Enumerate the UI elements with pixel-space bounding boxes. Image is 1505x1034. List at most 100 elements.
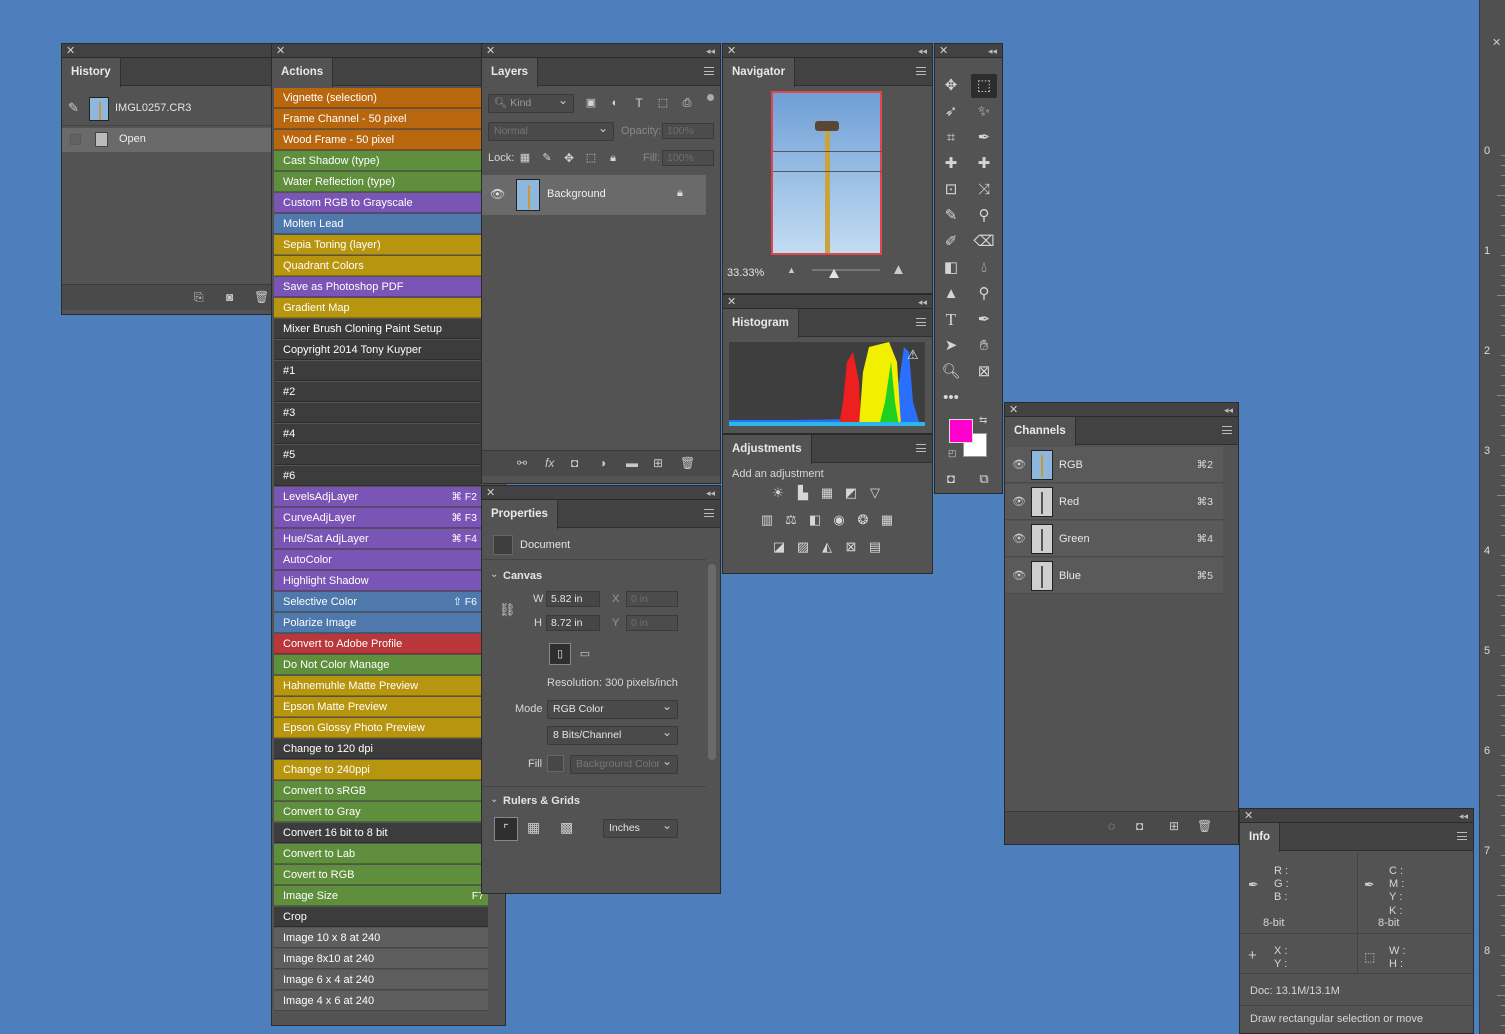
tab-layers[interactable]: Layers	[482, 58, 539, 87]
kind-filter-dropdown[interactable]: 🔍︎ Kind	[488, 92, 574, 113]
brush-tool-icon[interactable]: ✎	[938, 204, 964, 228]
sharpen-tool-icon[interactable]: ▲	[938, 282, 964, 306]
photo-filter-icon[interactable]: ◉	[830, 512, 848, 528]
tab-histogram[interactable]: Histogram	[723, 309, 799, 338]
mode-dropdown[interactable]: RGB Color	[547, 698, 678, 719]
eyedropper-icon[interactable]: ✒	[971, 126, 997, 150]
quick-mask-icon[interactable]: ◘	[938, 467, 964, 491]
grid-icon[interactable]: ▦	[527, 819, 540, 836]
panel-menu-icon[interactable]	[704, 509, 714, 517]
lock-all-icon[interactable]: 🔒︎	[604, 150, 622, 166]
color-balance-icon[interactable]: ⚖	[782, 512, 800, 528]
panel-menu-icon[interactable]	[1222, 426, 1232, 434]
save-selection-icon[interactable]: ◘	[1136, 819, 1143, 833]
action-item[interactable]: Hue/Sat AdjLayer ⌘ F4	[274, 529, 481, 549]
action-item[interactable]: CurveAdjLayer ⌘ F3	[274, 508, 481, 528]
eye-icon[interactable]: 👁︎	[490, 187, 505, 201]
rulers-chevron-icon[interactable]: ⌄	[490, 794, 498, 805]
tab-actions[interactable]: Actions	[272, 58, 334, 87]
adjustment-layer-icon[interactable]: ◑	[599, 456, 606, 470]
adjustment-filter-icon[interactable]: ◐	[606, 95, 624, 111]
frame-tool-icon[interactable]: ⊡	[938, 178, 964, 202]
crop-tool-icon[interactable]: ⌗	[938, 126, 964, 150]
action-item[interactable]: Sepia Toning (layer)	[274, 235, 481, 255]
action-item[interactable]: Convert to sRGB	[274, 781, 481, 801]
history-topbar[interactable]: ✕	[62, 44, 271, 58]
tab-navigator[interactable]: Navigator	[723, 58, 796, 87]
new-document-icon[interactable]: ⎘	[194, 290, 204, 305]
threshold-icon[interactable]: ◭	[818, 539, 836, 555]
close-icon[interactable]: ✕	[486, 486, 495, 500]
blend-mode-dropdown[interactable]: Normal	[488, 120, 614, 141]
link-icon[interactable]: ⛓	[499, 602, 516, 618]
new-layer-icon[interactable]: ⊞	[653, 456, 663, 470]
trash-icon[interactable]: 🗑	[680, 456, 695, 470]
panel-menu-icon[interactable]	[916, 318, 926, 326]
action-item[interactable]: Polarize Image	[274, 613, 481, 633]
shape-filter-icon[interactable]: ⬚	[654, 95, 672, 111]
more-tools-icon[interactable]: •••	[938, 386, 964, 410]
spot-healing-icon[interactable]: ✚	[938, 152, 964, 176]
shuffle-tool-icon[interactable]: ⤨	[971, 178, 997, 202]
tab-info[interactable]: Info	[1240, 823, 1281, 852]
action-item[interactable]: Do Not Color Manage	[274, 655, 481, 675]
zoom-out-icon[interactable]: ▲	[787, 265, 796, 275]
action-item[interactable]: Hahnemuhle Matte Preview	[274, 676, 481, 696]
y-field[interactable]: 0 in	[626, 615, 678, 631]
collapse-icon[interactable]: ◂◂	[706, 44, 715, 58]
channel-row-blue[interactable]: 👁︎ Blue ⌘5	[1005, 558, 1223, 594]
posterize-icon[interactable]: ▨	[794, 539, 812, 555]
zoom-tool-icon[interactable]: 🔍︎	[938, 360, 964, 384]
action-item[interactable]: Selective Color ⇧ F6	[274, 592, 481, 612]
lasso-tool-icon[interactable]: ➶	[938, 100, 964, 124]
eye-icon[interactable]: 👁︎	[1012, 569, 1026, 582]
close-icon[interactable]: ✕	[727, 295, 736, 309]
hue-saturation-icon[interactable]: ▥	[758, 512, 776, 528]
canvas-chevron-icon[interactable]: ⌄	[490, 569, 498, 580]
action-item[interactable]: Image Size F7	[274, 886, 488, 906]
history-snapshot-row[interactable]: ✎ IMGL0257.CR3	[62, 92, 271, 126]
action-item[interactable]: Molten Lead	[274, 214, 481, 234]
type-tool-icon[interactable]: T	[938, 308, 964, 332]
invert-icon[interactable]: ◪	[770, 539, 788, 555]
action-item[interactable]: Epson Glossy Photo Preview	[274, 718, 481, 738]
collapse-icon[interactable]: ◂◂	[918, 44, 927, 58]
fx-icon[interactable]: fx	[545, 456, 554, 470]
zoom-slider-track[interactable]	[812, 269, 880, 271]
hand-tool-icon[interactable]: ✋︎	[971, 334, 997, 358]
curves-icon[interactable]: ▦	[818, 485, 836, 501]
histogram-topbar[interactable]: ✕ ◂◂	[723, 295, 932, 309]
info-topbar[interactable]: ✕ ◂◂	[1240, 809, 1473, 823]
width-field[interactable]: 5.82 in	[546, 591, 600, 607]
eye-icon[interactable]: 👁︎	[1012, 495, 1026, 508]
collapse-icon[interactable]: ◂◂	[988, 44, 997, 58]
zoom-percent[interactable]: 33.33%	[727, 267, 764, 279]
portrait-orientation-button[interactable]: ▯	[549, 643, 571, 665]
close-icon[interactable]: ✕	[276, 44, 285, 58]
action-item[interactable]: Crop	[274, 907, 488, 927]
image-filter-icon[interactable]: ▣	[582, 95, 600, 111]
artboard-icon[interactable]: ⊠	[971, 360, 997, 384]
action-item[interactable]: Change to 240ppi	[274, 760, 481, 780]
action-item[interactable]: Frame Channel - 50 pixel	[274, 109, 481, 129]
exposure-icon[interactable]: ◩	[842, 485, 860, 501]
navigator-topbar[interactable]: ✕ ◂◂	[723, 44, 932, 58]
brightness-icon[interactable]: ☀	[769, 485, 787, 501]
action-item[interactable]: Convert 16 bit to 8 bit	[274, 823, 481, 843]
healing-brush-icon[interactable]: ✚	[971, 152, 997, 176]
close-icon[interactable]: ✕	[486, 44, 495, 58]
eye-icon[interactable]: 👁︎	[1012, 532, 1026, 545]
layer-row-background[interactable]: 👁︎ Background 🔒︎	[482, 175, 706, 215]
history-brush-icon[interactable]: ✎	[68, 100, 79, 116]
action-item[interactable]: Highlight Shadow	[274, 571, 481, 591]
lock-position-icon[interactable]: ✥	[560, 150, 578, 166]
trash-icon[interactable]: 🗑	[254, 290, 269, 304]
gradient-tool-icon[interactable]: ◧	[938, 256, 964, 280]
tab-channels[interactable]: Channels	[1005, 417, 1076, 446]
action-item[interactable]: Convert to Lab	[274, 844, 481, 864]
x-field[interactable]: 0 in	[626, 591, 678, 607]
actions-topbar[interactable]: ✕	[272, 44, 505, 58]
move-tool-icon[interactable]: ✥	[938, 74, 964, 98]
warning-icon[interactable]: ⚠	[907, 347, 919, 363]
collapse-icon[interactable]: ◂◂	[706, 486, 715, 500]
